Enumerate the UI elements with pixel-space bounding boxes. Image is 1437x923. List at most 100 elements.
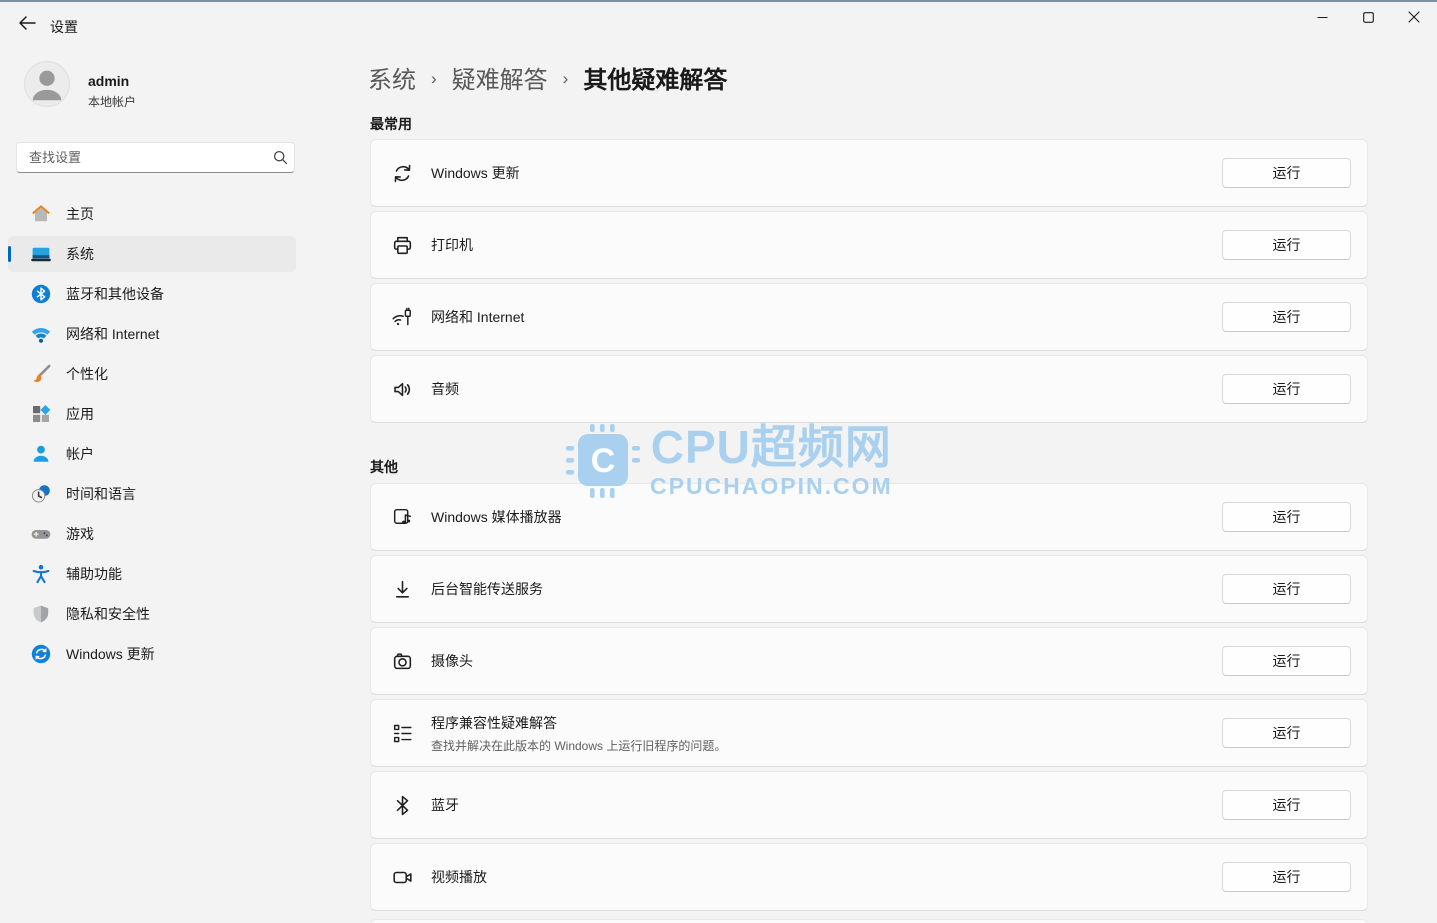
sidebar-item-apps[interactable]: 应用 xyxy=(8,396,296,432)
row-description: 查找并解决在此版本的 Windows 上运行旧程序的问题。 xyxy=(431,737,1222,754)
gaming-icon xyxy=(30,523,52,545)
sidebar-item-label: 辅助功能 xyxy=(66,564,122,584)
breadcrumb-troubleshoot[interactable]: 疑难解答 xyxy=(452,60,548,95)
sidebar-item-label: 游戏 xyxy=(66,524,94,544)
sidebar-item-bluetooth-devices[interactable]: 蓝牙和其他设备 xyxy=(8,276,296,312)
sidebar-item-gaming[interactable]: 游戏 xyxy=(8,516,296,552)
sidebar-item-personalization[interactable]: 个性化 xyxy=(8,356,296,392)
sidebar-item-label: 蓝牙和其他设备 xyxy=(66,284,164,304)
time-language-icon xyxy=(30,483,52,505)
run-button[interactable]: 运行 xyxy=(1222,646,1351,676)
accessibility-icon xyxy=(30,563,52,585)
row-bits[interactable]: 后台智能传送服务 运行 xyxy=(370,555,1368,623)
profile-account-type: 本地帐户 xyxy=(88,93,136,110)
sidebar-item-system[interactable]: 系统 xyxy=(8,236,296,272)
svg-text:C: C xyxy=(591,442,616,480)
row-label: Windows 媒体播放器 xyxy=(431,507,1222,527)
window-controls xyxy=(1299,2,1437,32)
audio-icon xyxy=(389,376,415,402)
sidebar-item-label: 网络和 Internet xyxy=(66,324,159,344)
compatibility-icon xyxy=(389,720,415,746)
sidebar-item-accounts[interactable]: 帐户 xyxy=(8,436,296,472)
watermark-title: CPU超频网 xyxy=(651,424,892,471)
row-media-player[interactable]: Windows 媒体播放器 运行 xyxy=(370,483,1368,551)
row-label: 网络和 Internet xyxy=(431,307,1222,327)
row-camera[interactable]: 摄像头 运行 xyxy=(370,627,1368,695)
sidebar-item-windows-update[interactable]: Windows 更新 xyxy=(8,636,296,672)
run-button[interactable]: 运行 xyxy=(1222,862,1351,892)
sidebar-item-privacy-security[interactable]: 隐私和安全性 xyxy=(8,596,296,632)
close-button[interactable] xyxy=(1391,2,1437,32)
sidebar-item-label: 系统 xyxy=(66,244,94,264)
row-label: 音频 xyxy=(431,379,1222,399)
settings-window: 设置 admin 本地帐户 主页 系统 蓝牙和其他设备 网络和 xyxy=(0,0,1437,923)
run-button[interactable]: 运行 xyxy=(1222,374,1351,404)
window-top-edge xyxy=(0,0,1437,2)
sidebar-item-time-language[interactable]: 时间和语言 xyxy=(8,476,296,512)
run-button[interactable]: 运行 xyxy=(1222,718,1351,748)
printer-icon xyxy=(389,232,415,258)
breadcrumb-system[interactable]: 系统 xyxy=(368,60,416,95)
sidebar-item-label: 帐户 xyxy=(66,444,94,464)
close-icon xyxy=(1408,11,1420,23)
media-player-icon xyxy=(389,504,415,530)
home-icon xyxy=(30,203,52,225)
sidebar-item-label: 个性化 xyxy=(66,364,108,384)
breadcrumb-separator: › xyxy=(563,66,569,89)
apps-icon xyxy=(30,403,52,425)
row-partial[interactable] xyxy=(370,919,1368,923)
sidebar-item-label: Windows 更新 xyxy=(66,644,155,664)
search-icon[interactable] xyxy=(266,150,294,165)
accounts-icon xyxy=(30,443,52,465)
row-label: 程序兼容性疑难解答 xyxy=(431,713,1222,733)
run-button[interactable]: 运行 xyxy=(1222,574,1351,604)
section-title-most-frequent: 最常用 xyxy=(370,114,412,134)
minimize-icon xyxy=(1317,12,1328,23)
run-button[interactable]: 运行 xyxy=(1222,158,1351,188)
search-box xyxy=(16,142,295,173)
maximize-button[interactable] xyxy=(1345,2,1391,32)
row-network-internet[interactable]: 网络和 Internet 运行 xyxy=(370,283,1368,351)
back-arrow-icon xyxy=(18,16,36,35)
row-printer[interactable]: 打印机 运行 xyxy=(370,211,1368,279)
sync-icon xyxy=(389,160,415,186)
person-icon xyxy=(25,61,69,107)
profile-name: admin xyxy=(88,73,129,89)
sidebar-item-label: 应用 xyxy=(66,404,94,424)
row-label: Windows 更新 xyxy=(431,163,1222,183)
row-label: 视频播放 xyxy=(431,867,1222,887)
row-bluetooth[interactable]: 蓝牙 运行 xyxy=(370,771,1368,839)
row-audio[interactable]: 音频 运行 xyxy=(370,355,1368,423)
search-input[interactable] xyxy=(17,150,266,165)
page-title: 其他疑难解答 xyxy=(583,60,727,95)
app-title: 设置 xyxy=(50,17,78,37)
run-button[interactable]: 运行 xyxy=(1222,302,1351,332)
sidebar-item-network[interactable]: 网络和 Internet xyxy=(8,316,296,352)
download-icon xyxy=(389,576,415,602)
maximize-icon xyxy=(1363,12,1374,23)
run-button[interactable]: 运行 xyxy=(1222,790,1351,820)
windows-update-icon xyxy=(30,643,52,665)
camera-icon xyxy=(389,648,415,674)
sidebar-item-home[interactable]: 主页 xyxy=(8,196,296,232)
row-windows-update[interactable]: Windows 更新 运行 xyxy=(370,139,1368,207)
row-video-playback[interactable]: 视频播放 运行 xyxy=(370,843,1368,911)
sidebar-item-label: 时间和语言 xyxy=(66,484,136,504)
bluetooth-outline-icon xyxy=(389,792,415,818)
system-icon xyxy=(30,243,52,265)
row-label: 蓝牙 xyxy=(431,795,1222,815)
network-icon xyxy=(30,323,52,345)
network-adapter-icon xyxy=(389,304,415,330)
sidebar-item-accessibility[interactable]: 辅助功能 xyxy=(8,556,296,592)
run-button[interactable]: 运行 xyxy=(1222,502,1351,532)
run-button[interactable]: 运行 xyxy=(1222,230,1351,260)
breadcrumb: 系统 › 疑难解答 › 其他疑难解答 xyxy=(368,60,727,95)
avatar xyxy=(24,61,70,107)
minimize-button[interactable] xyxy=(1299,2,1345,32)
sidebar-item-label: 主页 xyxy=(66,204,94,224)
row-label: 摄像头 xyxy=(431,651,1222,671)
row-label: 后台智能传送服务 xyxy=(431,579,1222,599)
video-playback-icon xyxy=(389,864,415,890)
row-program-compatibility[interactable]: 程序兼容性疑难解答 查找并解决在此版本的 Windows 上运行旧程序的问题。 … xyxy=(370,699,1368,767)
back-button[interactable] xyxy=(14,13,40,37)
